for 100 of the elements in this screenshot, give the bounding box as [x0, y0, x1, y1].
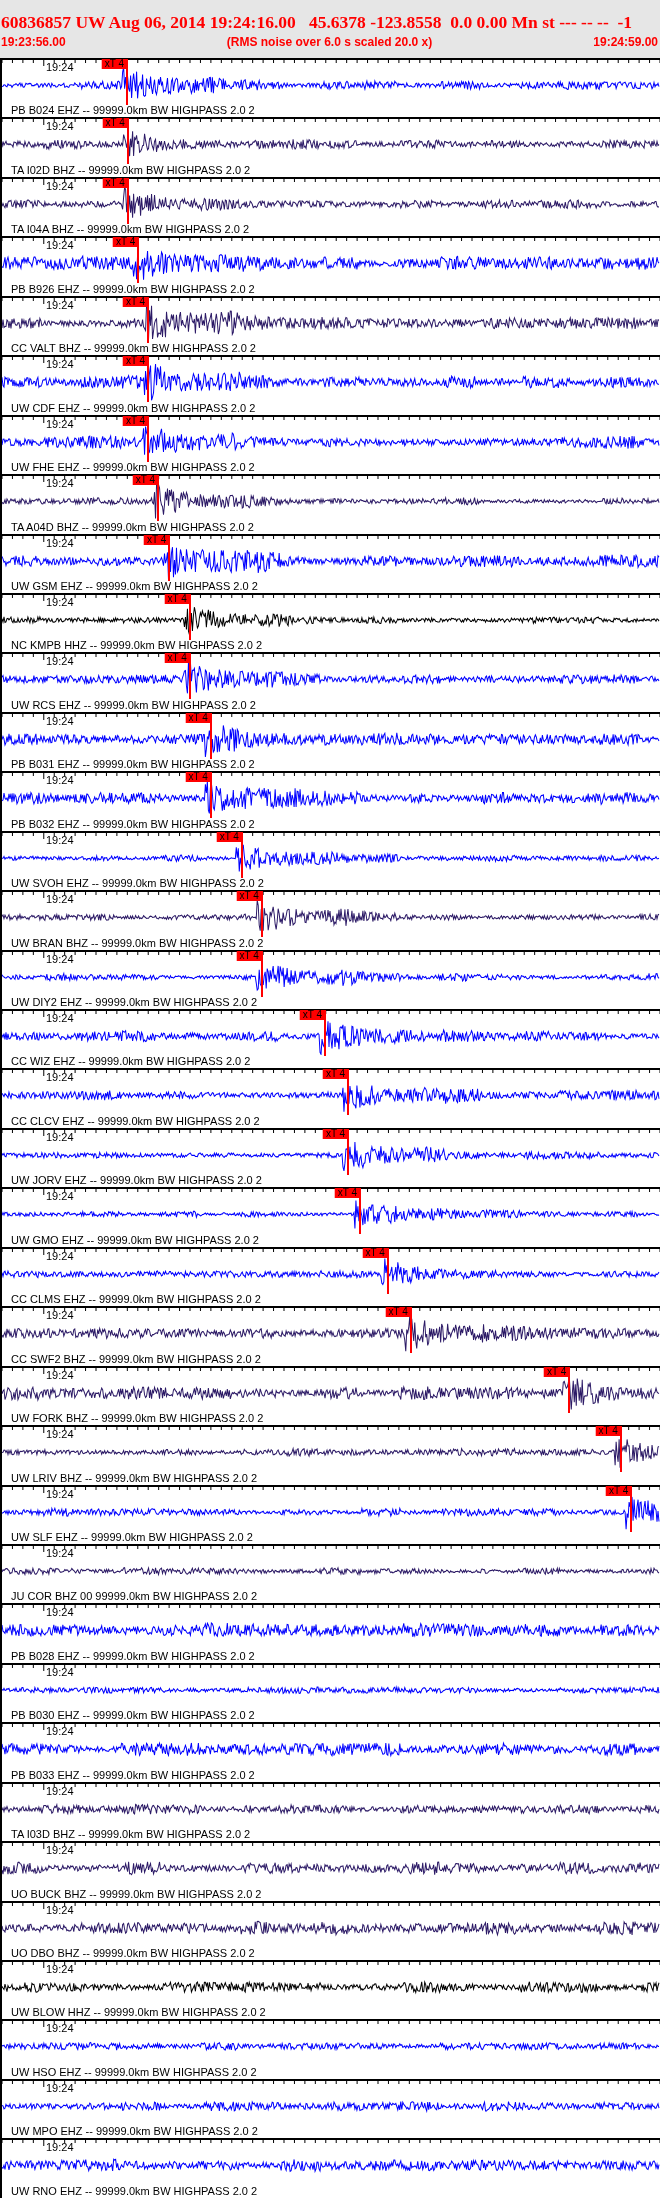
time-label: 19:24 [46, 1368, 74, 1381]
channel-label: JU COR BHZ 00 99999.0km BW HIGHPASS 2.0 2 [10, 1590, 258, 1604]
time-label: 19:24 [46, 2141, 74, 2154]
time-label: 19:24 [46, 2022, 74, 2035]
channel-label: UW RCS EHZ -- 99999.0km BW HIGHPASS 2.0 2 [10, 698, 256, 712]
pick-line [347, 1069, 350, 1116]
time-label: 19:24 [46, 417, 74, 430]
pick-line [157, 475, 160, 522]
channel-label: TA A04D BHZ -- 99999.0km BW HIGHPASS 2.0 2 [10, 520, 254, 534]
pick-marker: xT 4 [299, 1010, 326, 1020]
channel-label: UW RNO EHZ -- 99999.0km BW HIGHPASS 2.0 2 [10, 2184, 258, 2198]
time-label: 19:24 [46, 1309, 74, 1322]
pick-marker: xT 4 [236, 950, 262, 961]
pick-marker: xT 4 [595, 1426, 621, 1437]
pick-line [126, 177, 129, 224]
time-label: 19:24 [46, 1190, 74, 1203]
time-label: 19:24 [46, 1606, 74, 1619]
pick-marker: xT 4 [185, 772, 211, 783]
channel-label: NC KMPB HHZ -- 99999.0km BW HIGHPASS 2.0 2 [10, 639, 263, 653]
time-label: 19:24 [46, 1130, 74, 1143]
channel-label: CC SWF2 BHZ -- 99999.0km BW HIGHPASS 2.0 2 [10, 1352, 261, 1366]
pick-line [209, 772, 212, 819]
channel-label: UW JORV EHZ -- 99999.0km BW HIGHPASS 2.0 2 [10, 1174, 262, 1188]
time-label: 19:24 [46, 1487, 74, 1500]
channel-label: PB B926 EHZ -- 99999.0km BW HIGHPASS 2.0 2 [10, 282, 255, 296]
pick-marker: xT 4 [122, 356, 149, 367]
pick-line [147, 356, 150, 403]
time-label: 19:24 [46, 1725, 74, 1738]
channel-label: UW BLOW HHZ -- 99999.0km BW HIGHPASS 2.0 2 [10, 2006, 266, 2020]
pick-marker: xT 4 [113, 237, 139, 248]
channel-label: UW SVOH EHZ -- 99999.0km BW HIGHPASS 2.0 2 [10, 877, 264, 891]
time-label: 19:24 [46, 952, 74, 965]
pick-marker: xT 4 [606, 1485, 632, 1496]
pick-marker: xT 4 [185, 712, 211, 723]
channel-label: TA I02D BHZ -- 99999.0km BW HIGHPASS 2.0 2 [10, 163, 251, 177]
channel-label: UW SLF EHZ -- 99999.0km BW HIGHPASS 2.0 2 [10, 1530, 253, 1544]
pick-marker: xT 4 [544, 1366, 570, 1377]
pick-marker: xT 4 [132, 475, 159, 486]
channel-label: UO BUCK BHZ -- 99999.0km BW HIGHPASS 2.0 2 [10, 1887, 262, 1901]
time-label: 19:24 [46, 1071, 74, 1084]
pick-marker: xT 4 [101, 59, 128, 69]
pick-line [260, 891, 263, 938]
pick-line [188, 653, 191, 700]
pick-line [619, 1426, 622, 1473]
pick-marker: xT 4 [334, 1188, 361, 1199]
time-label: 19:24 [46, 774, 74, 787]
pick-marker: xT 4 [216, 831, 242, 842]
channel-label: UW CDF EHZ -- 99999.0km BW HIGHPASS 2.0 2 [10, 401, 256, 415]
time-label: 19:24 [46, 1903, 74, 1916]
time-label: 19:24 [46, 120, 74, 133]
channel-label: CC CLCV EHZ -- 99999.0km BW HIGHPASS 2.0 2 [10, 1114, 260, 1128]
pick-marker: xT 4 [102, 118, 128, 129]
time-label: 19:24 [46, 893, 74, 906]
channel-label: PB B030 EHZ -- 99999.0km BW HIGHPASS 2.0 2 [10, 1709, 255, 1723]
channel-label: PB B028 EHZ -- 99999.0km BW HIGHPASS 2.0 2 [10, 1649, 255, 1663]
channel-label: TA I03D BHZ -- 99999.0km BW HIGHPASS 2.0 2 [10, 1828, 251, 1842]
time-label: 19:24 [46, 477, 74, 490]
time-label: 19:24 [46, 714, 74, 727]
pick-marker: xT 4 [164, 593, 190, 604]
pick-line [137, 237, 140, 284]
time-label: 19:24 [46, 1546, 74, 1559]
pick-line [324, 1010, 327, 1056]
time-label: 19:24 [46, 1963, 74, 1975]
channel-label: UW GSM EHZ -- 99999.0km BW HIGHPASS 2.0 2 [10, 579, 258, 593]
time-label: 19:24 [46, 358, 74, 371]
pick-line [630, 1485, 633, 1532]
pick-line [347, 1128, 350, 1175]
pick-marker: xT 4 [122, 296, 149, 307]
time-label: 19:24 [46, 61, 74, 73]
time-label: 19:24 [46, 179, 74, 192]
time-label: 19:24 [46, 595, 74, 608]
end-time: 19:24:59.00 [593, 35, 658, 49]
channel-label: PB B031 EHZ -- 99999.0km BW HIGHPASS 2.0 2 [10, 758, 255, 772]
channel-label: PB B033 EHZ -- 99999.0km BW HIGHPASS 2.0 2 [10, 1768, 255, 1782]
pick-marker: xT 4 [362, 1247, 388, 1258]
channel-label: UW FHE EHZ -- 99999.0km BW HIGHPASS 2.0 2 [10, 461, 255, 475]
time-label: 19:24 [46, 2081, 74, 2094]
pick-marker: xT 4 [164, 653, 190, 664]
channel-label: UW DIY2 EHZ -- 99999.0km BW HIGHPASS 2.0 2 [10, 996, 258, 1009]
time-label: 19:24 [46, 536, 74, 549]
time-label: 19:24 [46, 1665, 74, 1678]
pick-line [209, 712, 212, 759]
pick-line [126, 59, 129, 105]
channel-label: PB B024 EHZ -- 99999.0km BW HIGHPASS 2.0 2 [10, 104, 255, 118]
channel-label: UW LRIV BHZ -- 99999.0km BW HIGHPASS 2.0 2 [10, 1471, 258, 1485]
pick-marker: xT 4 [102, 177, 128, 188]
pick-line [147, 415, 150, 462]
pick-line [147, 296, 150, 343]
pick-line [568, 1366, 571, 1413]
pick-marker: xT 4 [322, 1128, 349, 1139]
pick-marker: xT 4 [385, 1307, 411, 1318]
pick-line [260, 950, 263, 997]
channel-label: UW MPO EHZ -- 99999.0km BW HIGHPASS 2.0 2 [10, 2125, 258, 2139]
time-label: 19:24 [46, 298, 74, 311]
channel-label: UO DBO BHZ -- 99999.0km BW HIGHPASS 2.0 2 [10, 1947, 255, 1960]
channel-label: CC VALT BHZ -- 99999.0km BW HIGHPASS 2.0 2 [10, 342, 256, 356]
start-time: 19:23:56.00 [1, 35, 66, 49]
channel-label: CC CLMS EHZ -- 99999.0km BW HIGHPASS 2.0 2 [10, 1293, 261, 1307]
channel-label: UW HSO EHZ -- 99999.0km BW HIGHPASS 2.0 2 [10, 2065, 257, 2079]
time-label: 19:24 [46, 655, 74, 668]
